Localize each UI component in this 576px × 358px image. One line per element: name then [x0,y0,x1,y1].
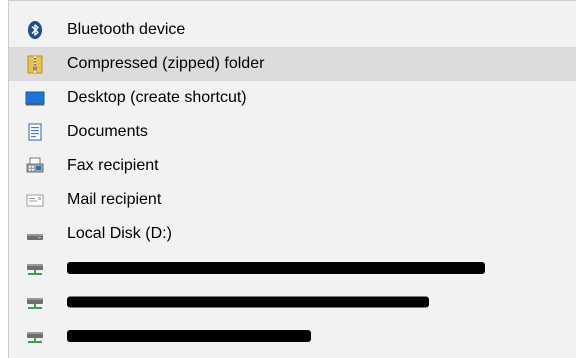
documents-icon [25,122,45,142]
menu-item-label: Fax recipient [67,157,159,174]
menu-item-label: Desktop (create shortcut) [67,89,247,106]
desktop-icon [25,88,45,108]
network-drive-icon [25,258,45,278]
redaction-bar [67,330,311,342]
menu-item-compressed-folder[interactable]: Compressed (zipped) folder [9,47,576,81]
menu-item-documents[interactable]: Documents [9,115,576,149]
menu-item-bluetooth-device[interactable]: Bluetooth device [9,13,576,47]
drive-icon [25,224,45,244]
menu-item-network-drive[interactable] [9,251,576,285]
zip-folder-icon [25,54,45,74]
menu-item-local-disk-d[interactable]: Local Disk (D:) [9,217,576,251]
menu-item-network-drive[interactable] [9,285,576,319]
menu-item-label: Documents [67,123,148,140]
bluetooth-icon [25,20,45,40]
menu-item-fax-recipient[interactable]: Fax recipient [9,149,576,183]
menu-item-label: Mail recipient [67,191,162,208]
menu-item-network-drive[interactable] [9,319,576,353]
redaction-bar [67,296,429,308]
menu-item-label: Bluetooth device [67,21,186,38]
menu-item-label: Compressed (zipped) folder [67,55,265,72]
network-drive-icon [25,292,45,312]
send-to-context-menu: Bluetooth device Compressed (zipped) fol… [8,0,576,358]
mail-icon [25,190,45,210]
menu-item-mail-recipient[interactable]: Mail recipient [9,183,576,217]
redaction-bar [67,262,485,274]
network-drive-icon [25,326,45,346]
menu-item-label: Local Disk (D:) [67,225,172,242]
menu-item-desktop-shortcut[interactable]: Desktop (create shortcut) [9,81,576,115]
fax-icon [25,156,45,176]
